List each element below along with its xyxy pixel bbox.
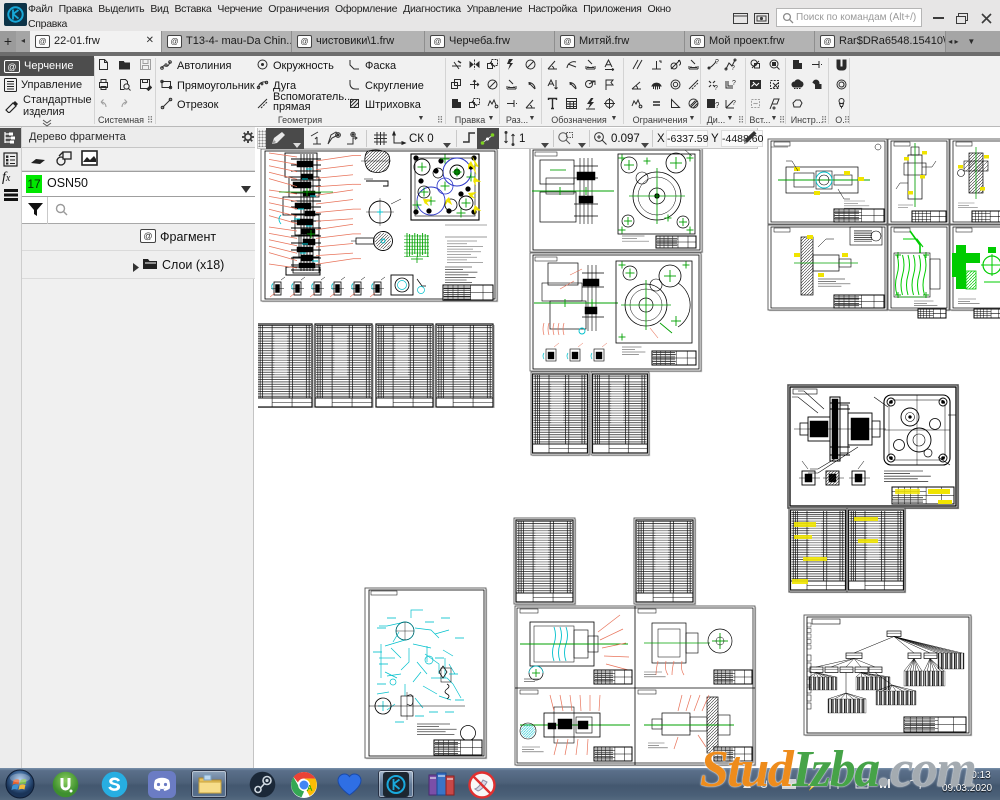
svg-text:?: ?	[732, 80, 736, 87]
svg-text:A: A	[307, 784, 313, 793]
svg-text:?: ?	[715, 59, 719, 66]
svg-text:@: @	[7, 62, 16, 72]
svg-text:?: ?	[715, 101, 719, 110]
svg-text:?: ?	[714, 85, 718, 91]
svg-text:?: ?	[731, 65, 735, 71]
svg-text:?: ?	[732, 100, 736, 107]
